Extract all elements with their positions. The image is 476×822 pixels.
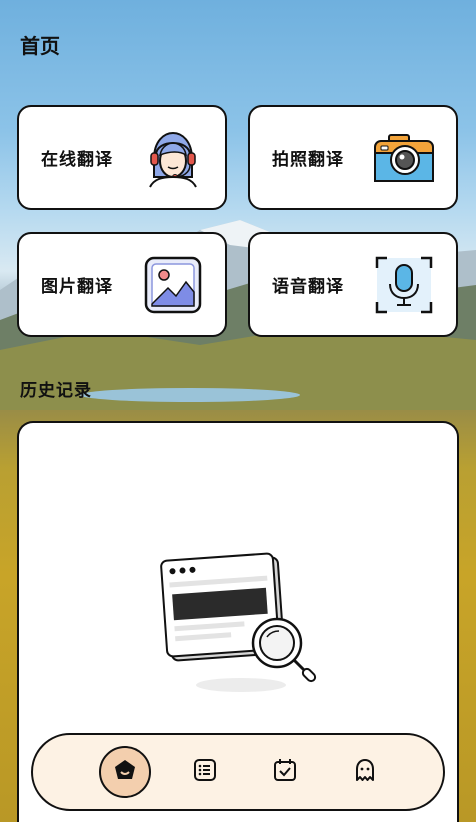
calendar-check-icon [272, 757, 298, 787]
image-translate-card[interactable]: 图片翻译 [17, 232, 227, 337]
camera-icon [370, 124, 438, 192]
image-translate-label: 图片翻译 [41, 277, 113, 297]
online-translate-card[interactable]: 在线翻译 [17, 105, 227, 210]
ghost-icon [352, 757, 378, 787]
tab-home[interactable] [99, 746, 151, 798]
empty-state-illustration [160, 552, 317, 692]
image-icon [139, 251, 207, 319]
history-section-title: 历史记录 [20, 381, 92, 401]
online-translate-label: 在线翻译 [41, 150, 113, 170]
bottom-tab-bar [31, 733, 445, 811]
voice-translate-card[interactable]: 语音翻译 [248, 232, 458, 337]
voice-translate-label: 语音翻译 [272, 277, 344, 297]
page-title: 首页 [20, 34, 60, 58]
microphone-icon [370, 251, 438, 319]
tab-calendar[interactable] [259, 746, 311, 798]
tab-ghost[interactable] [339, 746, 391, 798]
customer-service-headset-icon [139, 124, 207, 192]
home-icon [112, 757, 138, 787]
list-icon [192, 757, 218, 787]
tab-list[interactable] [179, 746, 231, 798]
photo-translate-card[interactable]: 拍照翻译 [248, 105, 458, 210]
photo-translate-label: 拍照翻译 [272, 150, 344, 170]
